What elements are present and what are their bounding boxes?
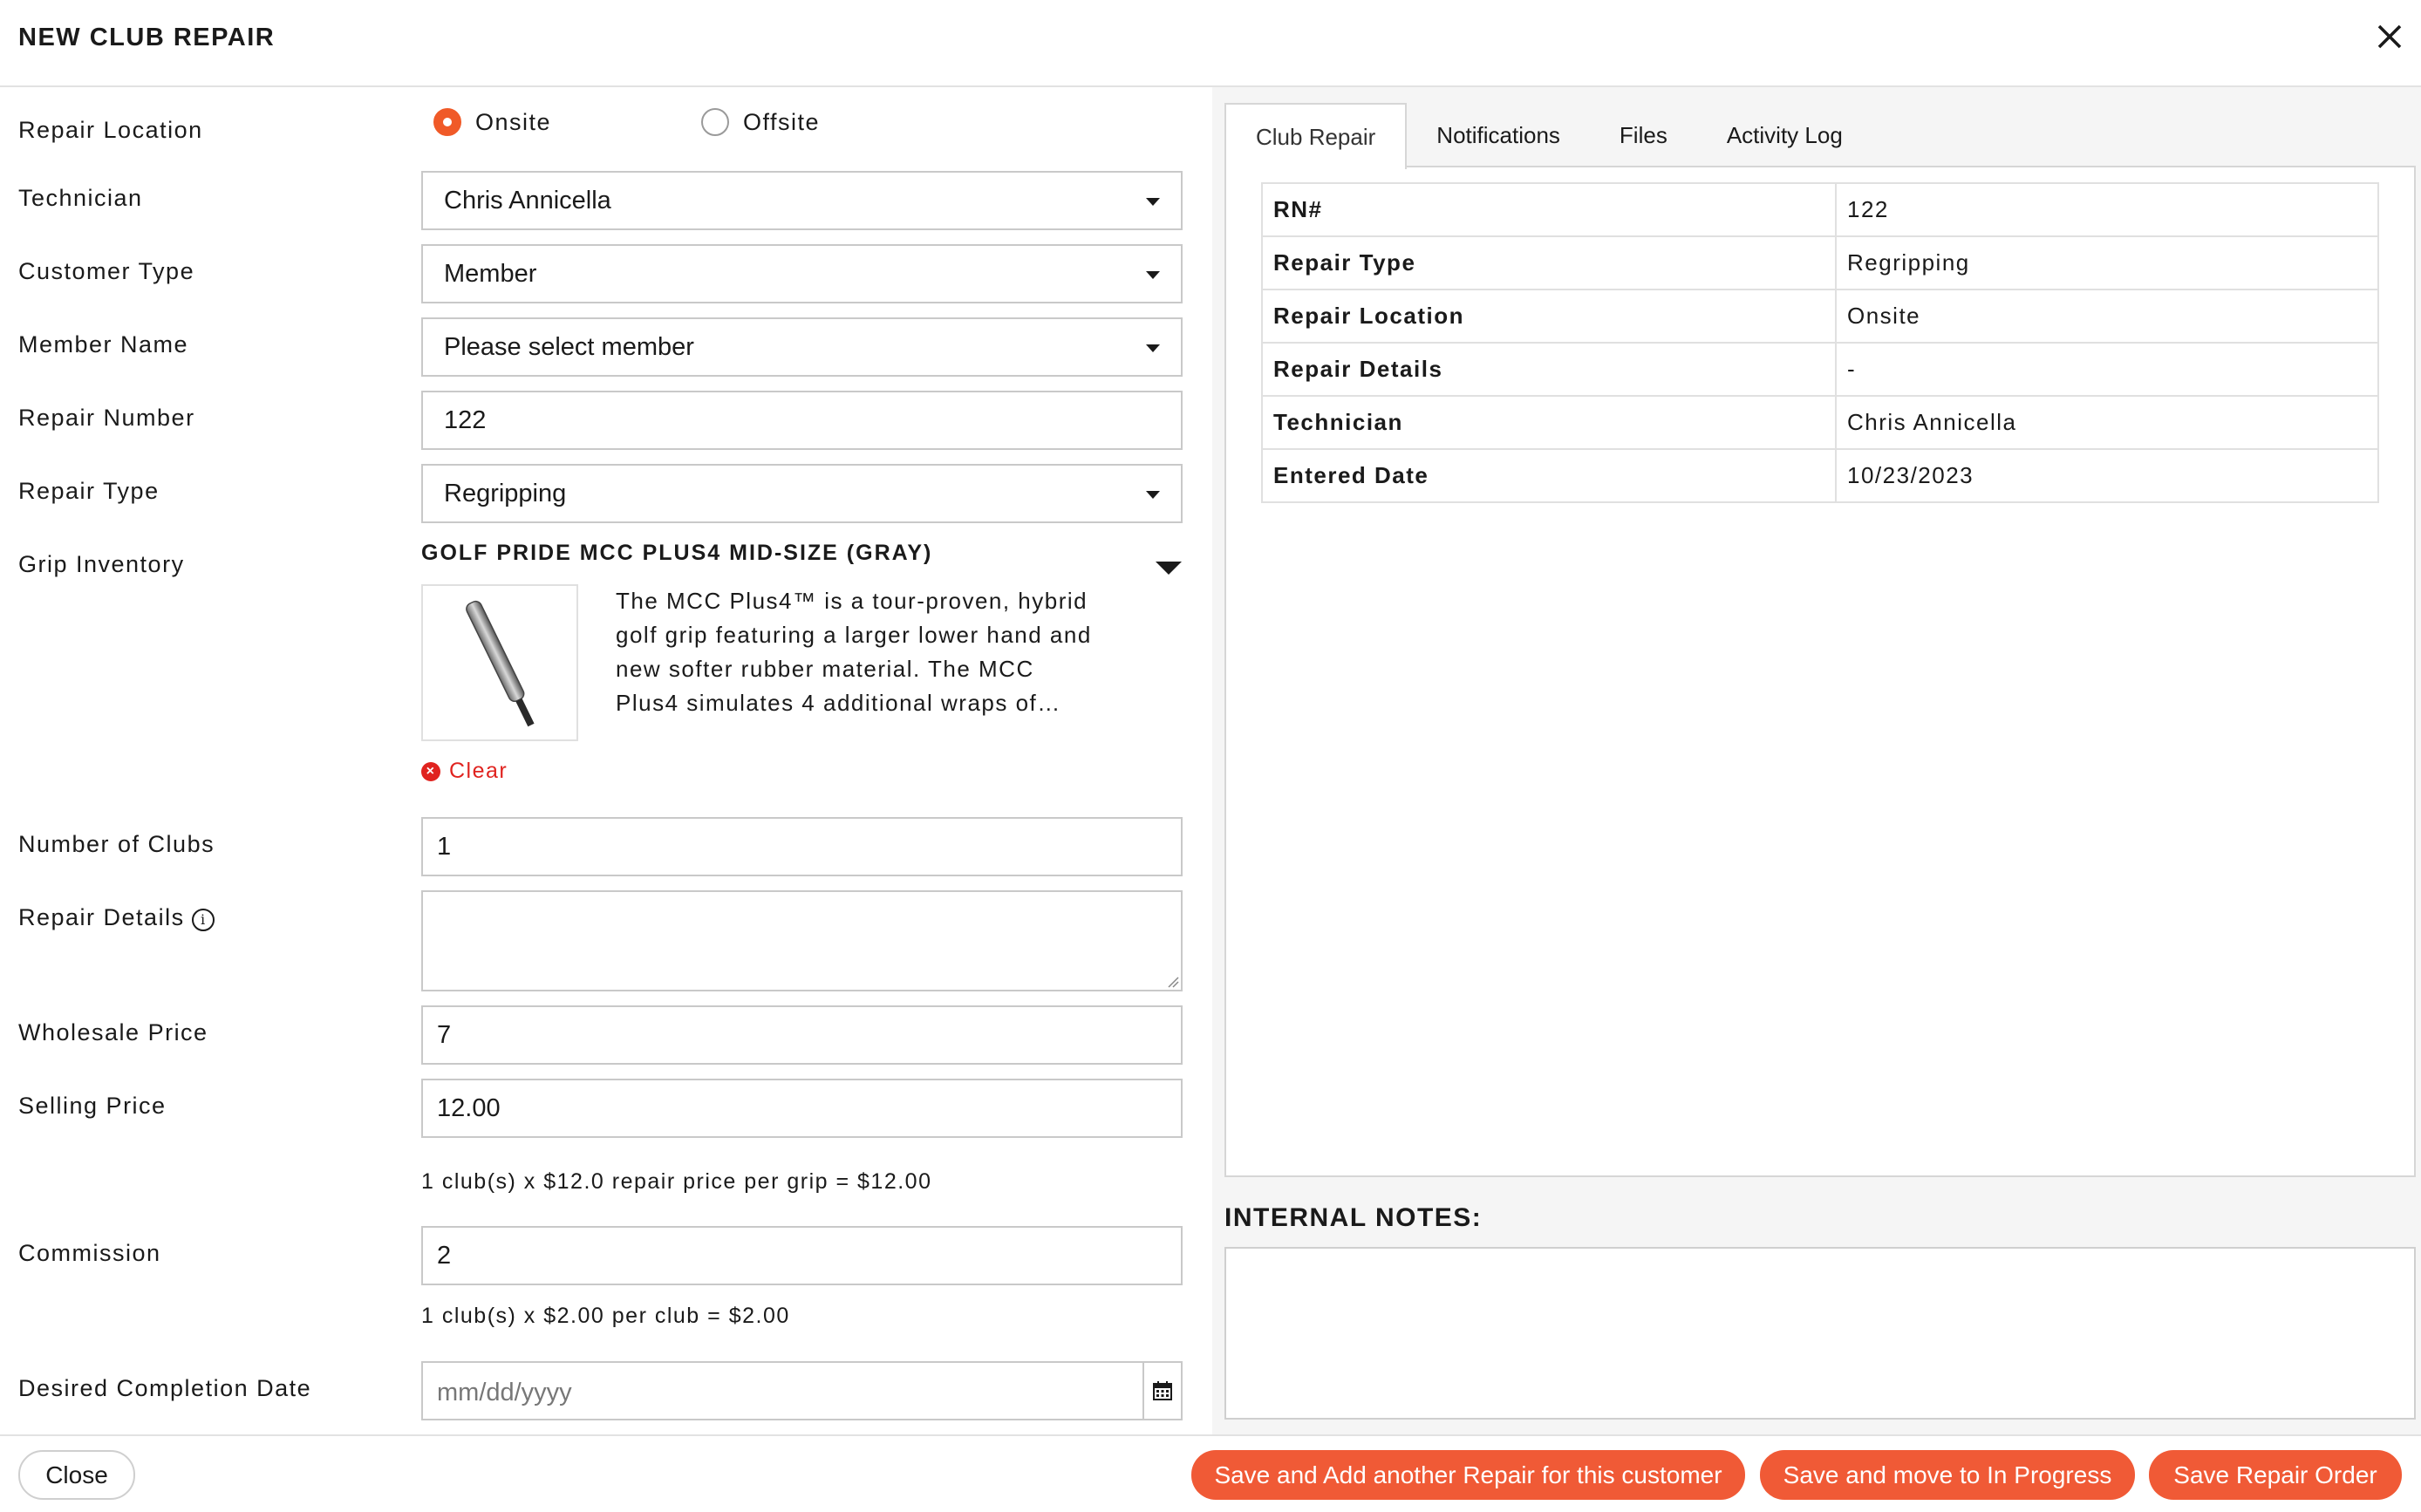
- date-placeholder: mm/dd/yyyy: [437, 1379, 572, 1406]
- summary-key: Repair Details: [1261, 342, 1837, 397]
- table-row: Entered Date 10/23/2023: [1261, 448, 2379, 503]
- table-row: RN# 122: [1261, 182, 2379, 237]
- table-row: Repair Location Onsite: [1261, 289, 2379, 344]
- wholesale-price-input[interactable]: 7: [421, 1005, 1183, 1065]
- close-icon[interactable]: [2372, 19, 2407, 54]
- member-name-label: Member Name: [18, 331, 189, 358]
- summary-value: -: [1835, 342, 2379, 397]
- repair-type-select[interactable]: Regripping: [421, 464, 1183, 523]
- commission-input[interactable]: 2: [421, 1226, 1183, 1285]
- repair-number-label: Repair Number: [18, 405, 195, 431]
- repair-location-label: Repair Location: [18, 117, 203, 143]
- tab-notifications[interactable]: Notifications: [1407, 103, 1590, 167]
- close-button[interactable]: Close: [18, 1450, 135, 1500]
- technician-value: Chris Annicella: [444, 186, 611, 215]
- chevron-down-icon: [1146, 344, 1160, 352]
- radio-offsite-label: Offsite: [743, 108, 821, 135]
- number-of-clubs-input[interactable]: 1: [421, 817, 1183, 876]
- radio-offsite-indicator[interactable]: [701, 108, 729, 136]
- chevron-down-icon: [1146, 198, 1160, 206]
- tab-bar: Club Repair Notifications Files Activity…: [1224, 103, 1872, 169]
- radio-offsite[interactable]: Offsite: [701, 108, 820, 136]
- summary-key: RN#: [1261, 182, 1837, 237]
- chevron-down-icon: [1146, 271, 1160, 279]
- repair-number-input[interactable]: 122: [421, 391, 1183, 450]
- dialog-header: NEW CLUB REPAIR: [0, 0, 2421, 87]
- selling-price-input[interactable]: 12.00: [421, 1079, 1183, 1138]
- wholesale-price-label: Wholesale Price: [18, 1019, 208, 1045]
- summary-key: Repair Location: [1261, 289, 1837, 344]
- customer-type-select[interactable]: Member: [421, 244, 1183, 303]
- technician-label: Technician: [18, 185, 143, 211]
- desired-completion-date-label: Desired Completion Date: [18, 1375, 312, 1401]
- grip-description: The MCC Plus4™ is a tour-proven, hybrid …: [616, 588, 1092, 716]
- info-icon[interactable]: i: [191, 909, 215, 931]
- repair-number-value: 122: [444, 405, 487, 434]
- commission-calc: 1 club(s) x $2.00 per club = $2.00: [421, 1304, 790, 1328]
- resize-handle-icon[interactable]: [1167, 976, 1179, 988]
- clear-icon: ×: [421, 761, 440, 781]
- chevron-down-icon: [1146, 491, 1160, 499]
- repair-details-label-wrap: Repair Details i: [18, 904, 215, 931]
- summary-value: Regripping: [1835, 235, 2379, 290]
- selling-price-label: Selling Price: [18, 1093, 167, 1119]
- save-in-progress-button[interactable]: Save and move to In Progress: [1760, 1450, 2135, 1500]
- table-row: Technician Chris Annicella: [1261, 395, 2379, 450]
- tab-files[interactable]: Files: [1590, 103, 1697, 167]
- wholesale-price-value: 7: [437, 1020, 452, 1049]
- clear-label: Clear: [449, 759, 508, 783]
- desired-completion-date-input[interactable]: mm/dd/yyyy: [421, 1361, 1183, 1420]
- commission-value: 2: [437, 1241, 452, 1270]
- save-repair-order-button[interactable]: Save Repair Order: [2149, 1450, 2402, 1500]
- customer-type-value: Member: [444, 259, 537, 288]
- customer-type-label: Customer Type: [18, 258, 195, 284]
- table-row: Repair Details -: [1261, 342, 2379, 397]
- summary-key: Technician: [1261, 395, 1837, 450]
- repair-summary-table: RN# 122 Repair Type Regripping Repair Loca…: [1261, 182, 2379, 503]
- internal-notes-title: INTERNAL NOTES:: [1224, 1203, 1483, 1232]
- member-name-select[interactable]: Please select member: [421, 317, 1183, 377]
- grip-image: [421, 584, 578, 741]
- repair-details-label: Repair Details: [18, 904, 185, 930]
- summary-value: Chris Annicella: [1835, 395, 2379, 450]
- save-add-another-button[interactable]: Save and Add another Repair for this cus…: [1191, 1450, 1745, 1500]
- number-of-clubs-value: 1: [437, 832, 452, 861]
- dialog-title: NEW CLUB REPAIR: [18, 24, 276, 51]
- grip-inventory-label: Grip Inventory: [18, 551, 185, 577]
- grip-dropdown-icon[interactable]: [1156, 562, 1182, 575]
- summary-value: Onsite: [1835, 289, 2379, 344]
- radio-onsite-indicator[interactable]: [433, 108, 461, 136]
- radio-onsite[interactable]: Onsite: [433, 108, 551, 136]
- repair-details-textarea[interactable]: [421, 890, 1183, 991]
- summary-value: 10/23/2023: [1835, 448, 2379, 503]
- grip-name: GOLF PRIDE MCC PLUS4 MID-SIZE (GRAY): [421, 541, 933, 565]
- summary-key: Repair Type: [1261, 235, 1837, 290]
- number-of-clubs-label: Number of Clubs: [18, 831, 215, 857]
- summary-key: Entered Date: [1261, 448, 1837, 503]
- table-row: Repair Type Regripping: [1261, 235, 2379, 290]
- tab-club-repair[interactable]: Club Repair: [1224, 103, 1408, 169]
- repair-type-label: Repair Type: [18, 478, 160, 504]
- member-name-value: Please select member: [444, 332, 694, 361]
- technician-select[interactable]: Chris Annicella: [421, 171, 1183, 230]
- summary-value: 122: [1835, 182, 2379, 237]
- selling-price-calc: 1 club(s) x $12.0 repair price per grip …: [421, 1169, 932, 1194]
- radio-onsite-label: Onsite: [475, 108, 552, 135]
- internal-notes-textarea[interactable]: [1224, 1247, 2416, 1420]
- calendar-icon[interactable]: [1142, 1363, 1181, 1419]
- commission-label: Commission: [18, 1240, 161, 1266]
- repair-type-value: Regripping: [444, 479, 567, 507]
- selling-price-value: 12.00: [437, 1093, 501, 1122]
- clear-grip-button[interactable]: × Clear: [421, 759, 508, 784]
- tab-activity-log[interactable]: Activity Log: [1697, 103, 1872, 167]
